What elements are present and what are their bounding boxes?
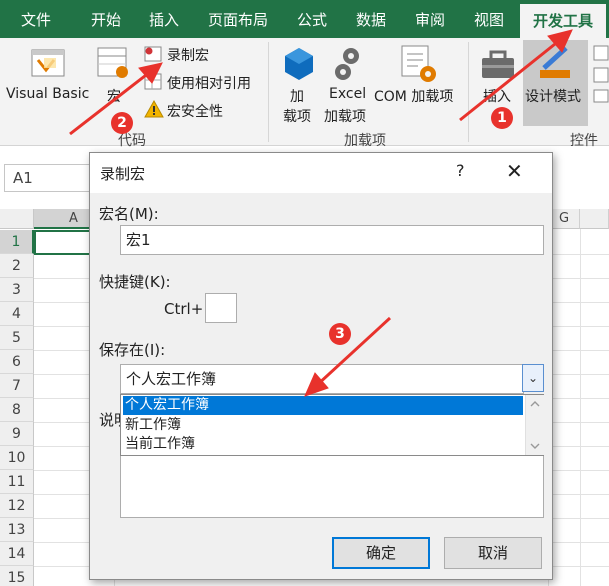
annotation-badge-2: 2 [111,112,133,134]
arrow-head-2 [138,62,163,84]
arrow-head-1 [547,29,573,53]
annotation-badge-3: 3 [329,323,351,345]
annotation-badge-1: 1 [491,107,513,129]
annotation-arrows [69,29,573,397]
